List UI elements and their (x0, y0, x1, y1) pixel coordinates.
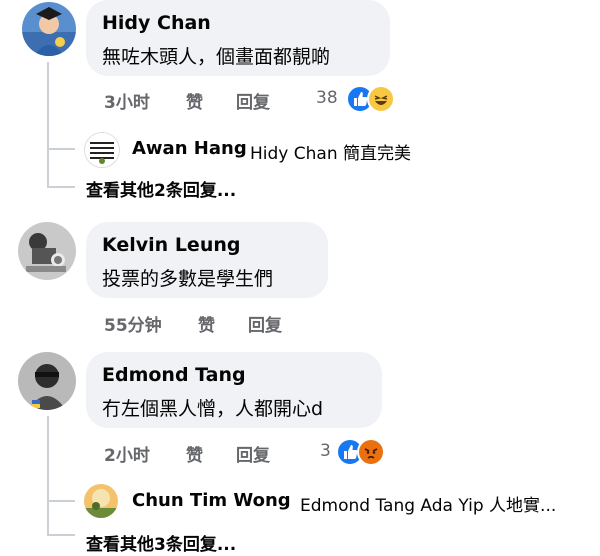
haha-icon (367, 85, 395, 113)
comment-time[interactable]: 55分钟 (104, 311, 162, 336)
reply-button[interactable]: 回复 (248, 311, 282, 336)
comment-text: 冇左個黑人憎，人都開心d (102, 398, 324, 420)
like-button[interactable]: 赞 (198, 311, 215, 336)
reaction-count[interactable]: 3 (320, 441, 331, 461)
comment-time[interactable]: 3小时 (104, 88, 150, 113)
reply-connector (47, 500, 75, 502)
reply-author[interactable]: Chun Tim Wong (132, 490, 291, 511)
view-more-replies[interactable]: 查看其他2条回复... (86, 176, 236, 201)
comment-author[interactable]: Edmond Tang (102, 364, 246, 386)
reply-avatar[interactable] (84, 132, 120, 168)
avatar[interactable] (18, 352, 76, 410)
comment-text: 無咗木頭人，個畫面都靚啲 (102, 46, 331, 68)
comment-time[interactable]: 2小时 (104, 441, 150, 466)
comment-author[interactable]: Hidy Chan (102, 12, 211, 34)
reply-text: Hidy Chan 簡直完美 (250, 144, 412, 164)
more-connector (47, 534, 75, 536)
avatar[interactable] (18, 222, 76, 280)
comment-bubble: Hidy Chan 無咗木頭人，個畫面都靚啲 (86, 0, 390, 76)
like-button[interactable]: 赞 (186, 441, 203, 466)
comment-text: 投票的多數是學生們 (102, 268, 274, 290)
reaction-count[interactable]: 38 (316, 88, 338, 108)
thread-line (47, 416, 49, 534)
comment-author[interactable]: Kelvin Leung (102, 234, 240, 256)
comment-bubble: Kelvin Leung 投票的多數是學生們 (86, 222, 328, 298)
reply-button[interactable]: 回复 (236, 88, 270, 113)
comment-bubble: Edmond Tang 冇左個黑人憎，人都開心d (86, 352, 382, 428)
avatar[interactable] (22, 2, 76, 56)
reply-button[interactable]: 回复 (236, 441, 270, 466)
reply-connector (47, 148, 75, 150)
thread-line (47, 62, 49, 186)
reply-author[interactable]: Awan Hang (132, 138, 247, 159)
reply-avatar[interactable] (84, 484, 118, 518)
more-connector (47, 186, 75, 188)
reply-text: Edmond Tang Ada Yip 人地實... (300, 496, 557, 516)
angry-icon (357, 438, 385, 466)
like-button[interactable]: 赞 (186, 88, 203, 113)
view-more-replies[interactable]: 查看其他3条回复... (86, 530, 236, 555)
